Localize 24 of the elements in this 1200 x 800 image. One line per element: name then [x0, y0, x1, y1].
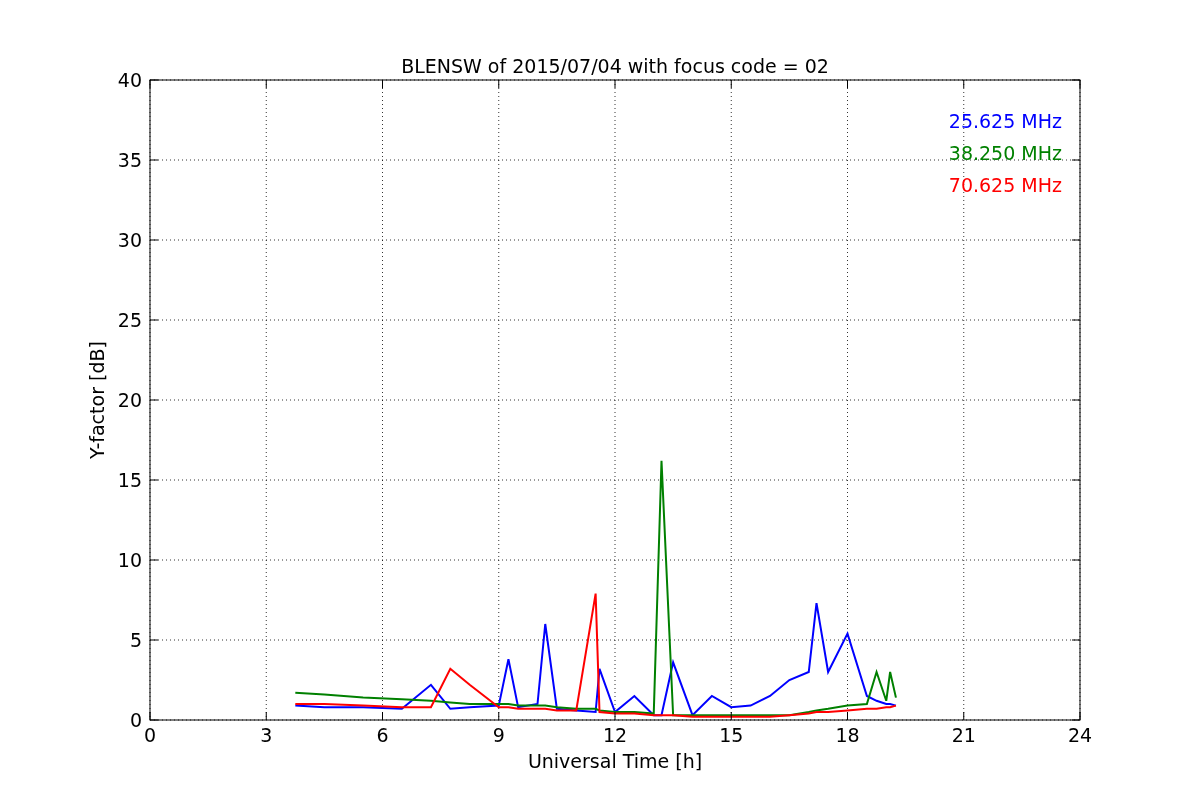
tick-label: 12 — [602, 724, 628, 746]
legend-label: 70.625 MHz — [948, 174, 1062, 196]
tick-label: 9 — [492, 724, 505, 746]
tick-label: 25 — [117, 309, 142, 331]
tick-label: 40 — [117, 69, 142, 91]
tick-label: 6 — [376, 724, 389, 746]
tick-label: 15 — [719, 724, 744, 746]
tick-label: 0 — [129, 709, 142, 731]
tick-label: 24 — [1067, 724, 1093, 746]
tick-label: 35 — [117, 149, 142, 171]
axis-title: Universal Time [h] — [527, 750, 703, 772]
chart-title: BLENSW of 2015/07/04 with focus code = 02 — [401, 55, 829, 77]
tick-label: 18 — [835, 724, 860, 746]
axis-title: Y-factor [dB] — [86, 341, 108, 459]
tick-label: 15 — [117, 469, 142, 491]
tick-label: 21 — [951, 724, 976, 746]
tick-label: 30 — [117, 229, 142, 251]
tick-label: 5 — [129, 629, 142, 651]
tick-label: 20 — [117, 389, 142, 411]
legend-label: 25.625 MHz — [948, 110, 1062, 132]
tick-label: 3 — [260, 724, 273, 746]
tick-label: 10 — [117, 549, 142, 571]
tick-label: 0 — [143, 724, 157, 746]
legend-label: 38.250 MHz — [948, 142, 1062, 164]
